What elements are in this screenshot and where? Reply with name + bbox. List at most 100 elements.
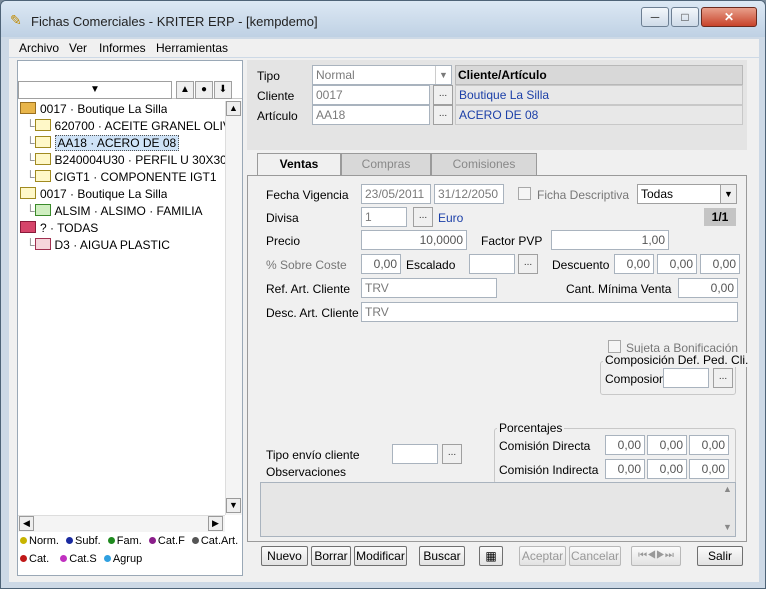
yellow-dot-icon bbox=[20, 537, 27, 544]
comision-indirecta-3-input[interactable]: 0,00 bbox=[689, 459, 729, 479]
cant-minima-label: Cant. Mínima Venta bbox=[566, 282, 672, 296]
tree-filter-dropdown[interactable]: ▼ bbox=[18, 81, 172, 99]
tree-node[interactable]: 0017 · Boutique La Silla bbox=[20, 186, 167, 203]
composicion-group: Composición Def. Ped. Cli. Composion ... bbox=[600, 353, 751, 395]
tree-up-button[interactable]: ▲ bbox=[176, 81, 194, 99]
tab-ventas[interactable]: Ventas bbox=[257, 153, 341, 176]
legend-row: Cat. Cat.S Agrup bbox=[20, 553, 142, 565]
tipo-envio-lookup-button[interactable]: ... bbox=[442, 444, 462, 464]
desc-art-cliente-input[interactable]: TRV bbox=[361, 302, 738, 322]
tree-node[interactable]: └ B240004U30 · PERFIL U 30X30 M bbox=[26, 152, 240, 169]
comision-directa-3-input[interactable]: 0,00 bbox=[689, 435, 729, 455]
desc-art-cliente-label: Desc. Art. Cliente bbox=[266, 306, 359, 320]
composion-input[interactable] bbox=[663, 368, 709, 388]
descuento-3-input[interactable]: 0,00 bbox=[700, 254, 740, 274]
ficha-descriptiva-checkbox[interactable] bbox=[518, 187, 531, 200]
tree-circle-button[interactable]: ● bbox=[195, 81, 213, 99]
minimize-button[interactable]: ─ bbox=[641, 7, 669, 27]
comision-directa-1-input[interactable]: 0,00 bbox=[605, 435, 645, 455]
scroll-right-icon[interactable]: ▶ bbox=[208, 516, 223, 531]
tree-node[interactable]: 0017 · Boutique La Silla bbox=[20, 101, 167, 118]
menu-informes[interactable]: Informes bbox=[99, 41, 146, 55]
green-document-icon bbox=[34, 204, 51, 216]
divisa-lookup-button[interactable]: ... bbox=[413, 207, 433, 227]
app-window: ✎ Fichas Comerciales - KRITER ERP - [kem… bbox=[0, 0, 766, 589]
scroll-left-icon[interactable]: ◀ bbox=[19, 516, 34, 531]
scroll-up-icon[interactable]: ▲ bbox=[720, 483, 735, 498]
fecha-hasta-input[interactable]: 31/12/2050 bbox=[434, 184, 504, 204]
descuento-2-input[interactable]: 0,00 bbox=[657, 254, 697, 274]
tree-node[interactable]: ? · TODAS bbox=[20, 220, 98, 237]
composion-lookup-button[interactable]: ... bbox=[713, 368, 733, 388]
salir-button[interactable]: Salir bbox=[697, 546, 743, 566]
menu-archivo[interactable]: Archivo bbox=[19, 41, 59, 55]
comision-directa-2-input[interactable]: 0,00 bbox=[647, 435, 687, 455]
menu-bar: Archivo Ver Informes Herramientas bbox=[9, 39, 759, 57]
red-document-icon bbox=[34, 238, 51, 250]
precio-label: Precio bbox=[266, 234, 301, 248]
tree-node[interactable]: └ ALSIM · ALSIMO · FAMILIA bbox=[26, 203, 203, 220]
tree-vertical-scrollbar[interactable]: ▲ ▼ bbox=[225, 101, 242, 515]
cant-minima-input[interactable]: 0,00 bbox=[678, 278, 738, 298]
divisa-input[interactable]: 1 bbox=[361, 207, 407, 227]
tree-node-selected[interactable]: └ AA18 · ACERO DE 08 bbox=[26, 135, 180, 152]
tree-horizontal-scrollbar[interactable]: ◀ ▶ bbox=[18, 515, 225, 532]
tree-node[interactable]: └ CIGT1 · COMPONENTE IGT1 bbox=[26, 169, 217, 186]
tipo-envio-input[interactable] bbox=[392, 444, 438, 464]
menu-ver[interactable]: Ver bbox=[69, 41, 87, 55]
ref-art-cliente-input[interactable]: TRV bbox=[361, 278, 497, 298]
factor-pvp-input[interactable]: 1,00 bbox=[551, 230, 669, 250]
tree-view[interactable]: 0017 · Boutique La Silla └ 620700 · ACEIT… bbox=[18, 101, 240, 511]
purple-dot-icon bbox=[148, 537, 156, 544]
record-navigator-icon[interactable]: ⏮◀▶⏭ bbox=[631, 546, 681, 566]
comision-indirecta-1-input[interactable]: 0,00 bbox=[605, 459, 645, 479]
articulo-name: ACERO DE 08 bbox=[459, 108, 539, 122]
descuento-1-input[interactable]: 0,00 bbox=[614, 254, 654, 274]
observaciones-label: Observaciones bbox=[266, 465, 347, 479]
gray-dot-icon bbox=[191, 537, 199, 544]
composicion-group-title: Composición Def. Ped. Cli. bbox=[603, 353, 751, 367]
divisa-name: Euro bbox=[438, 211, 464, 225]
comision-directa-label: Comisión Directa bbox=[499, 439, 591, 453]
scroll-down-icon[interactable]: ▼ bbox=[720, 521, 735, 536]
escalado-input[interactable] bbox=[469, 254, 515, 274]
aceptar-button[interactable]: Aceptar bbox=[519, 546, 566, 566]
cliente-lookup-button[interactable]: ... bbox=[433, 85, 453, 105]
tree-down-button[interactable]: ⬇ bbox=[214, 81, 232, 99]
open-folder-icon bbox=[20, 102, 36, 114]
buscar-button[interactable]: Buscar bbox=[419, 546, 465, 566]
escalado-lookup-button[interactable]: ... bbox=[518, 254, 538, 274]
tipo-select[interactable]: Normal ▼ bbox=[312, 65, 452, 85]
maximize-button[interactable]: □ bbox=[671, 7, 699, 27]
close-button[interactable]: ✕ bbox=[701, 7, 757, 27]
comision-indirecta-2-input[interactable]: 0,00 bbox=[647, 459, 687, 479]
menu-herramientas[interactable]: Herramientas bbox=[156, 41, 228, 55]
tree-node[interactable]: └ D3 · AIGUA PLASTIC bbox=[26, 237, 170, 254]
cyan-dot-icon bbox=[103, 555, 111, 562]
grid-view-icon[interactable]: ▦ bbox=[479, 546, 503, 566]
todas-select[interactable]: Todas ▼ bbox=[637, 184, 737, 204]
document-icon bbox=[34, 136, 51, 148]
sobre-coste-input[interactable]: 0,00 bbox=[361, 254, 401, 274]
tab-comisiones[interactable]: Comisiones bbox=[431, 153, 537, 175]
factor-pvp-label: Factor PVP bbox=[481, 234, 543, 248]
modificar-button[interactable]: Modificar bbox=[354, 546, 407, 566]
nuevo-button[interactable]: Nuevo bbox=[261, 546, 308, 566]
scroll-down-icon[interactable]: ▼ bbox=[226, 498, 241, 513]
fecha-desde-input[interactable]: 23/05/2011 bbox=[361, 184, 431, 204]
chevron-down-icon: ▼ bbox=[435, 66, 451, 84]
articulo-lookup-button[interactable]: ... bbox=[433, 105, 453, 125]
tree-node[interactable]: └ 620700 · ACEITE GRANEL OLIVA bbox=[26, 118, 238, 135]
document-icon bbox=[34, 170, 51, 182]
borrar-button[interactable]: Borrar bbox=[311, 546, 351, 566]
scroll-up-icon[interactable]: ▲ bbox=[226, 101, 241, 116]
precio-input[interactable]: 10,0000 bbox=[361, 230, 467, 250]
cliente-input[interactable]: 0017 bbox=[312, 85, 430, 105]
observaciones-textarea[interactable]: ▲ ▼ bbox=[260, 482, 736, 537]
bonificacion-checkbox[interactable] bbox=[608, 340, 621, 353]
articulo-input[interactable]: AA18 bbox=[312, 105, 430, 125]
articulo-name-cell: ACERO DE 08 bbox=[455, 105, 743, 125]
cancelar-button[interactable]: Cancelar bbox=[569, 546, 621, 566]
app-icon: ✎ bbox=[10, 12, 22, 28]
tab-compras[interactable]: Compras bbox=[341, 153, 431, 175]
